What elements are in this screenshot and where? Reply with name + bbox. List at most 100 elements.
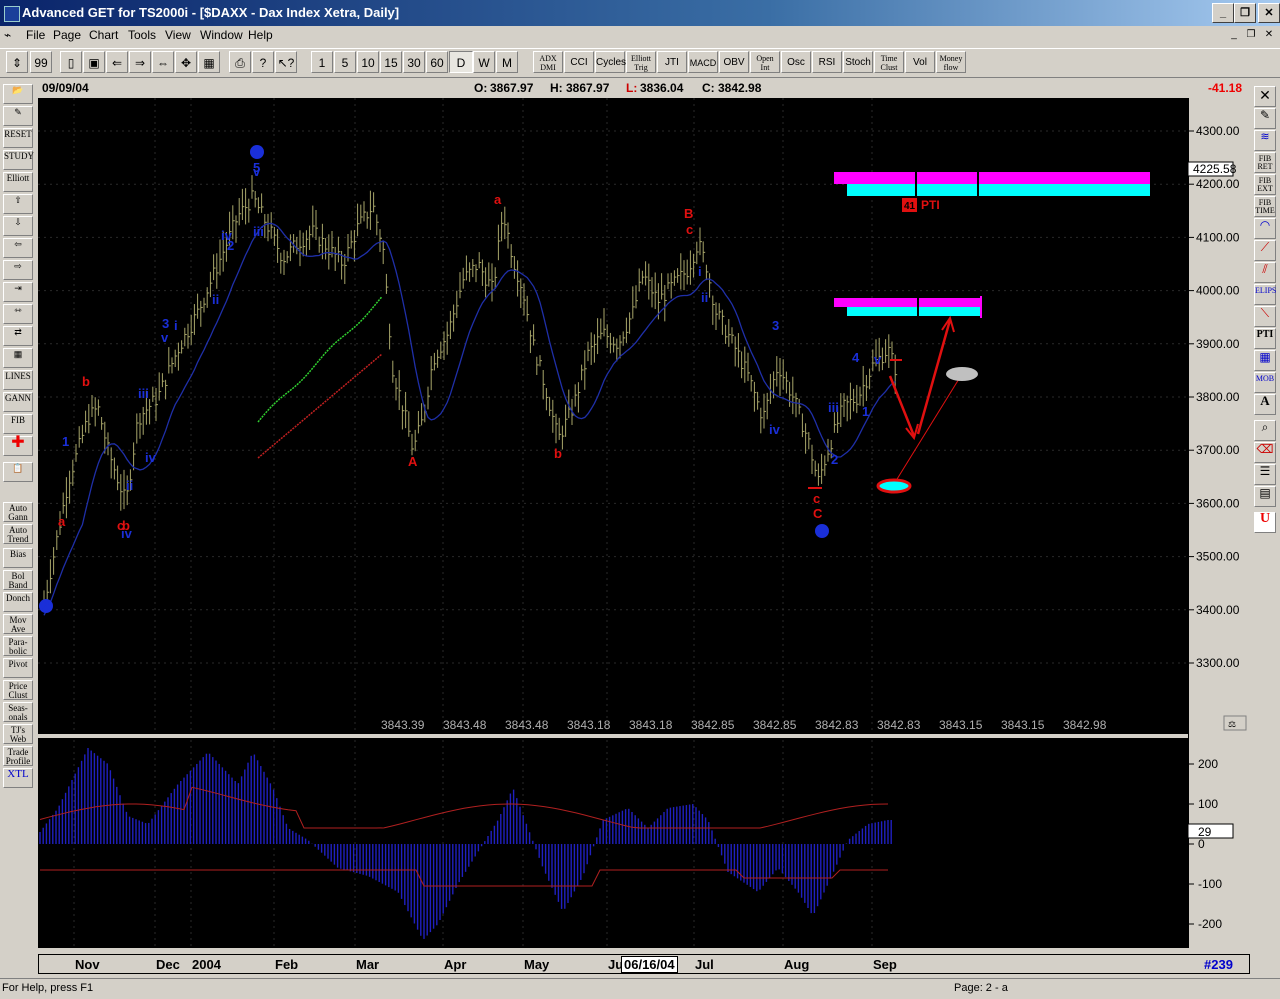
study-jti[interactable]: JTI: [657, 51, 687, 73]
menu-help[interactable]: Help: [248, 28, 273, 42]
trade-profile-button[interactable]: Trade Profile: [3, 746, 33, 766]
open-folder-icon[interactable]: 📂: [3, 84, 33, 104]
interval-10[interactable]: 10: [357, 51, 379, 73]
time-axis[interactable]: Nov Dec 2004 Feb Mar Apr May Jun 06/16/0…: [38, 954, 1250, 974]
menu-tools[interactable]: Tools: [128, 28, 156, 42]
study-money-flow[interactable]: Money flow: [936, 51, 966, 73]
price-clust-button[interactable]: Price Clust: [3, 680, 33, 700]
study-obv[interactable]: OBV: [719, 51, 749, 73]
interval-15[interactable]: 15: [380, 51, 402, 73]
menu-chart[interactable]: Chart: [89, 28, 118, 42]
grid-icon-right[interactable]: ▦: [1254, 350, 1276, 371]
text-tool-icon[interactable]: A: [1254, 394, 1276, 415]
fan-lines-icon[interactable]: ⫽: [1254, 262, 1276, 283]
crosshair-red-icon[interactable]: ✚: [3, 435, 33, 456]
pointer-icon[interactable]: ⇕: [6, 51, 28, 73]
interval-weekly[interactable]: W: [473, 51, 495, 73]
fib-ext-button[interactable]: FIB EXT: [1254, 174, 1276, 195]
study-time-clust[interactable]: Time Clust: [874, 51, 904, 73]
study-elliott-trig[interactable]: Elliott Trig: [626, 51, 656, 73]
pti-button[interactable]: PTI: [1254, 328, 1276, 349]
mov-ave-button[interactable]: Mov Ave: [3, 614, 33, 634]
auto-gann-button[interactable]: Auto Gann: [3, 502, 33, 522]
print-icon[interactable]: ⎙: [229, 51, 251, 73]
reset-button[interactable]: RESET: [3, 128, 33, 148]
fib-button[interactable]: FIB: [3, 414, 33, 434]
forward-icon[interactable]: ⇒: [129, 51, 151, 73]
pencil-icon[interactable]: ✎: [3, 106, 33, 126]
context-help-icon[interactable]: ↖?: [275, 51, 297, 73]
interval-daily[interactable]: D: [449, 51, 473, 73]
tjs-web-button[interactable]: TJ's Web: [3, 724, 33, 744]
pen-icon[interactable]: ✎: [1254, 108, 1276, 129]
parabolic-button[interactable]: Para-bolic: [3, 636, 33, 656]
pivot-button[interactable]: Pivot: [3, 658, 33, 678]
fib-time-button[interactable]: FIB TIME: [1254, 196, 1276, 217]
mdi-minimize-button[interactable]: _: [1226, 29, 1242, 42]
study-stoch[interactable]: Stoch: [843, 51, 873, 73]
study-macd[interactable]: MACD: [688, 51, 718, 73]
grid-toggle-icon[interactable]: ▦: [3, 348, 33, 368]
study-rsi[interactable]: RSI: [812, 51, 842, 73]
donch-button[interactable]: Donch: [3, 592, 33, 612]
expand-icon[interactable]: ⇿: [3, 304, 33, 324]
interval-30[interactable]: 30: [403, 51, 425, 73]
arrow-down-icon[interactable]: ⇩: [3, 216, 33, 236]
elliott-button[interactable]: Elliott: [3, 172, 33, 192]
arrow-left-icon[interactable]: ⇦: [3, 238, 33, 258]
menu-file[interactable]: File: [26, 28, 45, 42]
close-x-icon[interactable]: ✕: [1254, 86, 1276, 107]
zoom-icon[interactable]: ⌕: [1254, 420, 1276, 441]
study-adx-dmi[interactable]: ADX DMI: [533, 51, 563, 73]
grid-icon[interactable]: ▦: [198, 51, 220, 73]
price-chart[interactable]: 41 PTI 25v13viiiiiviiiv2iiiiviiiiiiv3412i…: [38, 98, 1250, 948]
study-open-int[interactable]: Open Int: [750, 51, 780, 73]
fib-ret-button[interactable]: FIB RET: [1254, 152, 1276, 173]
study-cycles[interactable]: Cycles: [595, 51, 626, 73]
study-cci[interactable]: CCI: [564, 51, 594, 73]
notepad-icon[interactable]: 📋: [3, 462, 33, 482]
crosshair-icon[interactable]: ✥: [175, 51, 197, 73]
list-icon[interactable]: ▤: [1254, 486, 1276, 507]
interval-60[interactable]: 60: [426, 51, 448, 73]
zoom-out-icon[interactable]: ⇔: [152, 51, 174, 73]
interval-1[interactable]: 1: [311, 51, 333, 73]
seasonals-button[interactable]: Seas-onals: [3, 702, 33, 722]
notes-icon[interactable]: ☰: [1254, 464, 1276, 485]
fan-icon[interactable]: ⟋: [1254, 240, 1276, 261]
channel-icon[interactable]: ≋: [1254, 130, 1276, 151]
mdi-restore-button[interactable]: ❐: [1243, 29, 1259, 42]
menu-view[interactable]: View: [165, 28, 191, 42]
eraser-icon[interactable]: ⌫: [1254, 442, 1276, 463]
xtl-button[interactable]: XTL: [3, 768, 33, 788]
elips-button[interactable]: ELIPS: [1254, 284, 1276, 305]
arrow-up-icon[interactable]: ⇧: [3, 194, 33, 214]
study-button[interactable]: STUDY: [3, 150, 34, 170]
study-osc[interactable]: Osc: [781, 51, 811, 73]
interval-5[interactable]: 5: [334, 51, 356, 73]
maximize-button[interactable]: ❐: [1234, 3, 1256, 23]
lines-button[interactable]: LINES: [3, 370, 33, 390]
menu-page[interactable]: Page: [53, 28, 81, 42]
new-icon[interactable]: ▯: [60, 51, 82, 73]
arrow-right-icon[interactable]: ⇨: [3, 260, 33, 280]
close-button[interactable]: ✕: [1258, 3, 1280, 23]
study-vol[interactable]: Vol: [905, 51, 935, 73]
save-icon[interactable]: ▣: [83, 51, 105, 73]
menu-window[interactable]: Window: [200, 28, 243, 42]
regression-icon[interactable]: ⟍: [1254, 306, 1276, 327]
help-icon[interactable]: ?: [252, 51, 274, 73]
compress-icon[interactable]: ⇥: [3, 282, 33, 302]
pane-divider[interactable]: [38, 734, 1250, 738]
back-icon[interactable]: ⇐: [106, 51, 128, 73]
quote-icon[interactable]: 99: [30, 51, 52, 73]
bias-button[interactable]: Bias: [3, 548, 33, 568]
mob-button[interactable]: MOB: [1254, 372, 1276, 393]
chart-window[interactable]: 41 PTI 2 5 v 1 3 v i iii iv ii iv 2 iii iv ii i ii iv 3 4 1 2 i…: [38, 98, 1250, 948]
mdi-close-button[interactable]: ✕: [1261, 29, 1277, 42]
auto-trend-button[interactable]: Auto Trend: [3, 524, 33, 544]
arc-icon[interactable]: ◠: [1254, 218, 1276, 239]
minimize-button[interactable]: _: [1212, 3, 1234, 23]
gann-button[interactable]: GANN: [3, 392, 33, 412]
undo-icon[interactable]: U: [1254, 512, 1276, 533]
